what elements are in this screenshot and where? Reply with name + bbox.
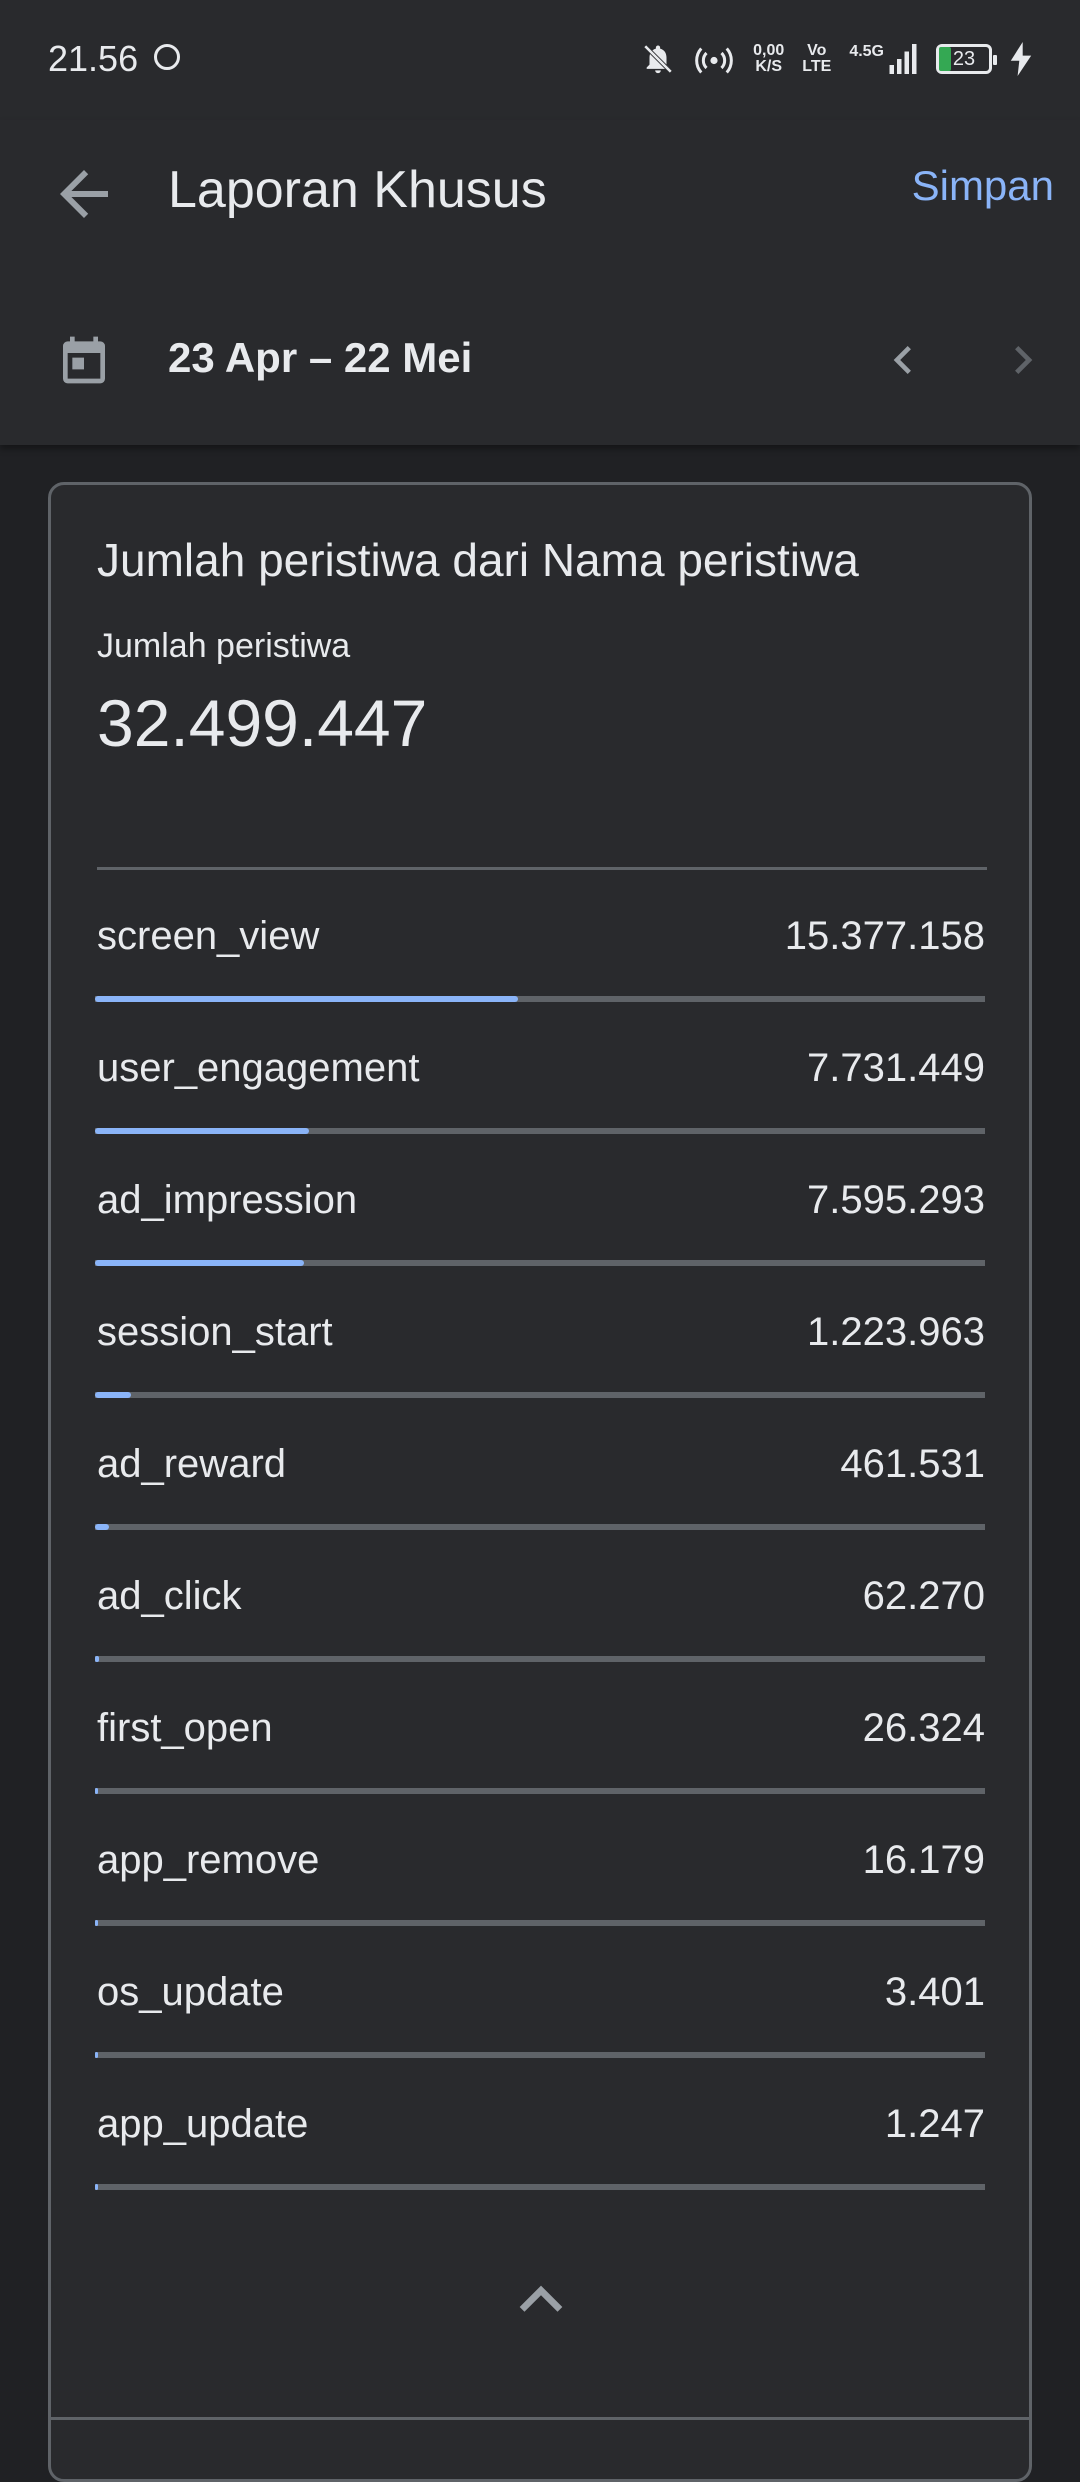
notification-face-icon <box>154 44 180 70</box>
battery-indicator: 23 <box>936 44 997 74</box>
event-name: app_remove <box>97 1838 320 1882</box>
event-count: 7.595.293 <box>807 1178 985 1222</box>
list-item[interactable]: app_update 1.247 <box>51 2058 1029 2190</box>
event-name: session_start <box>97 1310 333 1354</box>
event-count: 26.324 <box>862 1706 985 1750</box>
metric-label: Jumlah peristiwa <box>97 627 351 665</box>
event-name: ad_click <box>97 1574 242 1618</box>
network-type: 4.5G <box>849 43 884 60</box>
event-name: first_open <box>97 1706 273 1750</box>
card-bottom-divider <box>51 2417 1029 2420</box>
share-bar <box>95 2184 98 2190</box>
signal-indicator: 4.5G <box>849 44 918 74</box>
list-item[interactable]: session_start 1.223.963 <box>51 1266 1029 1398</box>
list-item[interactable]: os_update 3.401 <box>51 1926 1029 2058</box>
list-item[interactable]: screen_view 15.377.158 <box>51 870 1029 1002</box>
event-count: 1.223.963 <box>807 1310 985 1354</box>
list-item[interactable]: ad_impression 7.595.293 <box>51 1134 1029 1266</box>
chevron-left-icon[interactable] <box>875 330 931 390</box>
chevron-right-icon[interactable] <box>995 330 1051 390</box>
network-speed-unit: K/S <box>755 58 783 75</box>
share-bar-track <box>95 2184 985 2190</box>
event-count: 15.377.158 <box>784 914 985 958</box>
event-name: user_engagement <box>97 1046 420 1090</box>
event-name: os_update <box>97 1970 284 2014</box>
event-name: app_update <box>97 2102 309 2146</box>
list-item[interactable]: ad_reward 461.531 <box>51 1398 1029 1530</box>
status-bar: 21.56 0,00 K/S Vo LTE 4.5G 23 <box>0 0 1080 120</box>
list-item[interactable]: ad_click 62.270 <box>51 1530 1029 1662</box>
bell-off-icon <box>643 44 673 74</box>
event-name: screen_view <box>97 914 320 958</box>
status-icons: 0,00 K/S Vo LTE 4.5G 23 <box>641 34 1032 84</box>
event-count: 1.247 <box>884 2102 985 2146</box>
charging-icon <box>1010 42 1032 76</box>
page-title: Laporan Khusus <box>168 161 547 219</box>
event-name: ad_reward <box>97 1442 287 1486</box>
volte-top: Vo <box>807 42 827 59</box>
event-count: 16.179 <box>862 1838 985 1882</box>
status-time: 21.56 <box>48 38 139 79</box>
metric-total: 32.499.447 <box>97 686 428 760</box>
date-range[interactable]: 23 Apr – 22 Mei <box>168 334 472 382</box>
battery-level: 23 <box>952 48 976 70</box>
network-speed-value: 0,00 <box>753 42 785 59</box>
volte-indicator: Vo LTE <box>802 43 831 75</box>
hotspot-icon <box>695 47 733 74</box>
event-list: screen_view 15.377.158 user_engagement 7.73… <box>51 870 1029 2190</box>
list-item[interactable]: first_open 26.324 <box>51 1662 1029 1794</box>
save-button[interactable]: Simpan <box>912 162 1054 210</box>
event-count: 62.270 <box>862 1574 985 1618</box>
list-item[interactable]: app_remove 16.179 <box>51 1794 1029 1926</box>
volte-bottom: LTE <box>802 58 832 75</box>
chevron-up-icon[interactable] <box>509 2275 573 2323</box>
report-card: Jumlah peristiwa dari Nama peristiwa Jum… <box>48 482 1032 2482</box>
back-arrow-icon[interactable] <box>48 158 120 230</box>
battery-fill <box>939 47 951 71</box>
list-item[interactable]: user_engagement 7.731.449 <box>51 1002 1029 1134</box>
app-bar: Laporan Khusus Simpan 23 Apr – 22 Mei <box>0 120 1080 445</box>
event-count: 7.731.449 <box>807 1046 985 1090</box>
event-name: ad_impression <box>97 1178 358 1222</box>
card-title: Jumlah peristiwa dari Nama peristiwa <box>97 534 859 586</box>
event-count: 461.531 <box>840 1442 985 1486</box>
event-count: 3.401 <box>884 1970 985 2014</box>
calendar-icon[interactable] <box>56 332 112 388</box>
network-speed: 0,00 K/S <box>753 43 784 75</box>
signal-icon <box>889 44 917 74</box>
